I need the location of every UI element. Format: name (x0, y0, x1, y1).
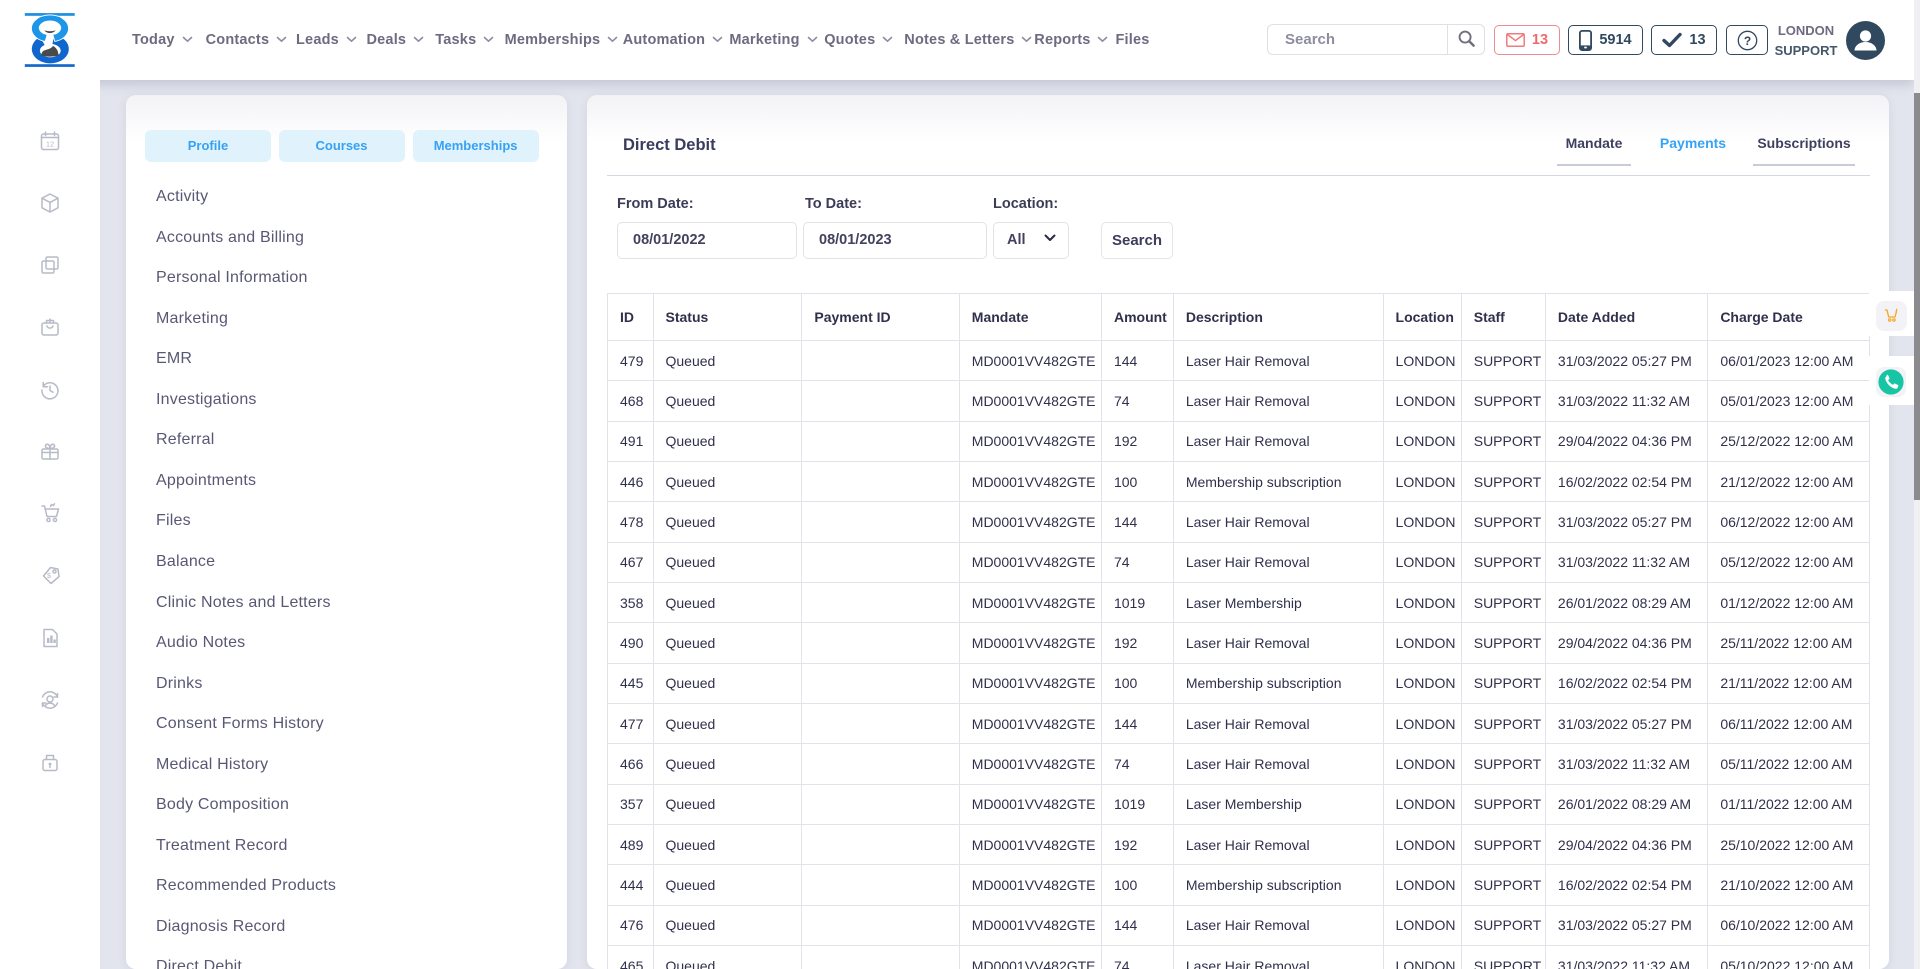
svg-text:12: 12 (46, 140, 54, 149)
svg-text:$: $ (47, 573, 51, 580)
svg-text:?: ? (1743, 33, 1750, 47)
